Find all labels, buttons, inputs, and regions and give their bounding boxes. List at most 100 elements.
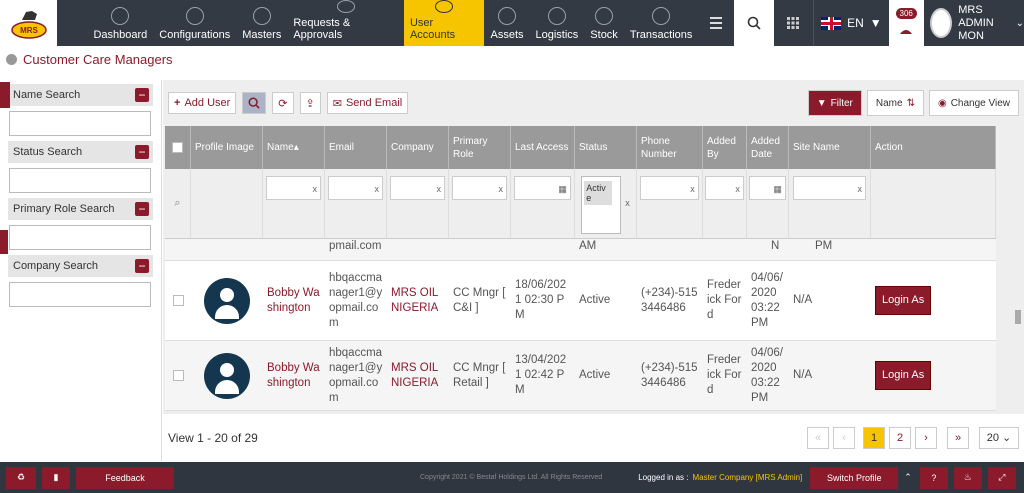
col-last-access[interactable]: Last Access (511, 126, 575, 169)
clear-icon[interactable]: x (857, 184, 862, 194)
collapse-icon[interactable]: − (135, 259, 149, 273)
add-user-button[interactable]: + Add User (168, 92, 237, 114)
help-button[interactable]: ? (919, 466, 948, 489)
fire-button[interactable]: ♨ (953, 466, 982, 489)
row-checkbox[interactable] (172, 370, 184, 381)
collapse-icon[interactable]: − (135, 202, 149, 216)
col-site-name[interactable]: Site Name (789, 126, 871, 169)
nav-assets[interactable]: Assets (484, 0, 529, 46)
user-menu[interactable]: MRS ADMIN MON ⌄ (924, 0, 1024, 46)
col-status[interactable]: Status (575, 126, 637, 169)
col-phone[interactable]: Phone Number (637, 126, 703, 169)
prev-page-button[interactable]: ‹ (833, 426, 855, 449)
nav-user-accounts[interactable]: User Accounts (403, 0, 485, 46)
calendar-icon[interactable]: ▦ (558, 184, 567, 195)
last-page-button[interactable]: » (947, 426, 969, 449)
nav-logistics[interactable]: Logistics (530, 0, 585, 46)
clear-icon[interactable]: x (625, 198, 630, 238)
person-icon (6, 54, 17, 65)
refresh-button[interactable]: ⟳ (272, 92, 294, 114)
cell-added-date: 04/06/2020 03:22 PM (751, 346, 783, 404)
nav-requests[interactable]: Requests & Approvals (287, 0, 404, 46)
company-search-input[interactable] (9, 282, 151, 307)
collapse-icon[interactable]: − (135, 145, 149, 159)
cell-email: hbqaccmanager1@yopmail.com (329, 271, 383, 329)
recycle-button[interactable]: ♻ (6, 466, 36, 489)
export-button[interactable]: ⇪ (299, 92, 321, 114)
search-button[interactable] (734, 0, 774, 46)
phone-filter-input[interactable]: x (640, 176, 699, 200)
sort-button[interactable]: Name ⇅ (866, 90, 924, 116)
send-email-button[interactable]: ✉ Send Email (326, 92, 409, 114)
row-checkbox[interactable] (172, 295, 184, 306)
search-toggle-button[interactable] (242, 92, 267, 114)
email-filter-input[interactable]: x (328, 176, 383, 200)
nav-stock[interactable]: Stock (584, 0, 624, 46)
feedback-button[interactable]: Feedback (76, 466, 174, 489)
table-scrollbar[interactable] (1015, 310, 1021, 324)
added-by-filter-input[interactable]: x (705, 176, 744, 200)
search-icon (747, 16, 761, 30)
clear-icon[interactable]: x (735, 184, 740, 194)
cell-status: Active (579, 369, 611, 381)
clear-icon[interactable]: x (690, 184, 695, 194)
col-email[interactable]: Email (325, 126, 387, 169)
login-as-button[interactable]: Login As (875, 361, 932, 390)
feedback-label: Feedback (105, 472, 145, 483)
status-search-input[interactable] (9, 168, 151, 193)
apps-grid-icon[interactable] (774, 0, 814, 46)
language-select[interactable]: EN ▼ (813, 0, 888, 46)
cell-site: N/A (793, 369, 813, 381)
change-view-button[interactable]: ◉ Change View (928, 90, 1019, 116)
name-filter-input[interactable]: x (266, 176, 321, 200)
added-date-filter-input[interactable]: ▦ (749, 176, 786, 200)
cell-name[interactable]: Bobby Washington (263, 341, 325, 410)
clear-icon[interactable]: x (436, 184, 441, 194)
nav-transactions[interactable]: Transactions (624, 0, 699, 46)
notification-button[interactable]: 306 (888, 0, 925, 46)
select-all-checkbox[interactable] (165, 126, 191, 169)
status-filter-select[interactable]: Active (581, 176, 622, 234)
role-search-input[interactable] (9, 225, 151, 250)
sidebar-toggle[interactable] (0, 82, 10, 108)
clear-icon[interactable]: x (374, 184, 379, 194)
last-access-filter-input[interactable]: ▦ (514, 176, 571, 200)
nav-configurations[interactable]: Configurations (153, 0, 236, 46)
nav-dashboard[interactable]: Dashboard (87, 0, 153, 46)
cell-name[interactable]: Bobby Washington (263, 261, 325, 340)
fullscreen-button[interactable]: ⤢ (987, 466, 1016, 489)
filter-sidebar: Name Search − Status Search − Primary Role… (0, 80, 162, 461)
col-company[interactable]: Company (387, 126, 449, 169)
name-search-input[interactable] (9, 111, 151, 136)
login-as-button[interactable]: Login As (875, 286, 932, 315)
col-name[interactable]: Name ▴ (263, 126, 325, 169)
col-primary-role[interactable]: Primary Role (449, 126, 511, 169)
table-row: Bobby Washington hbqaccmanager1@yopmail.… (165, 261, 996, 341)
page-2-button[interactable]: 2 (889, 426, 911, 449)
clear-icon[interactable]: x (312, 184, 317, 194)
role-filter-input[interactable]: x (452, 176, 507, 200)
site-filter-input[interactable]: x (793, 176, 866, 200)
switch-profile-button[interactable]: Switch Profile (810, 466, 899, 489)
company-logo[interactable]: MRS (0, 0, 58, 46)
calendar-icon[interactable]: ▦ (773, 184, 782, 195)
clear-icon[interactable]: x (498, 184, 503, 194)
page-size-select[interactable]: 20 ⌄ (979, 426, 1019, 449)
menu-icon[interactable] (698, 0, 734, 46)
collapse-icon[interactable]: − (135, 88, 149, 102)
col-added-date[interactable]: Added Date (747, 126, 789, 169)
col-added-by[interactable]: Added By (703, 126, 747, 169)
filter-button[interactable]: ▼ Filter (807, 90, 862, 116)
first-page-button[interactable]: « (807, 426, 829, 449)
plus-icon: + (174, 97, 181, 109)
status-filter-tag[interactable]: Active (584, 181, 613, 205)
next-page-button[interactable]: › (915, 426, 937, 449)
top-navbar: MRS Dashboard Configurations Masters Req… (0, 0, 1024, 46)
sidebar-collapse-handle[interactable] (0, 230, 8, 254)
nav-masters[interactable]: Masters (236, 0, 287, 46)
bookmark-button[interactable]: ▮ (42, 466, 70, 489)
company-filter-input[interactable]: x (390, 176, 445, 200)
chevron-up-icon[interactable]: ⌃ (904, 472, 912, 483)
page-1-button[interactable]: 1 (863, 426, 885, 449)
toolbar: + Add User ⟳ ⇪ ✉ Send Email ▼ Filter Name ⇅ … (163, 80, 1024, 126)
